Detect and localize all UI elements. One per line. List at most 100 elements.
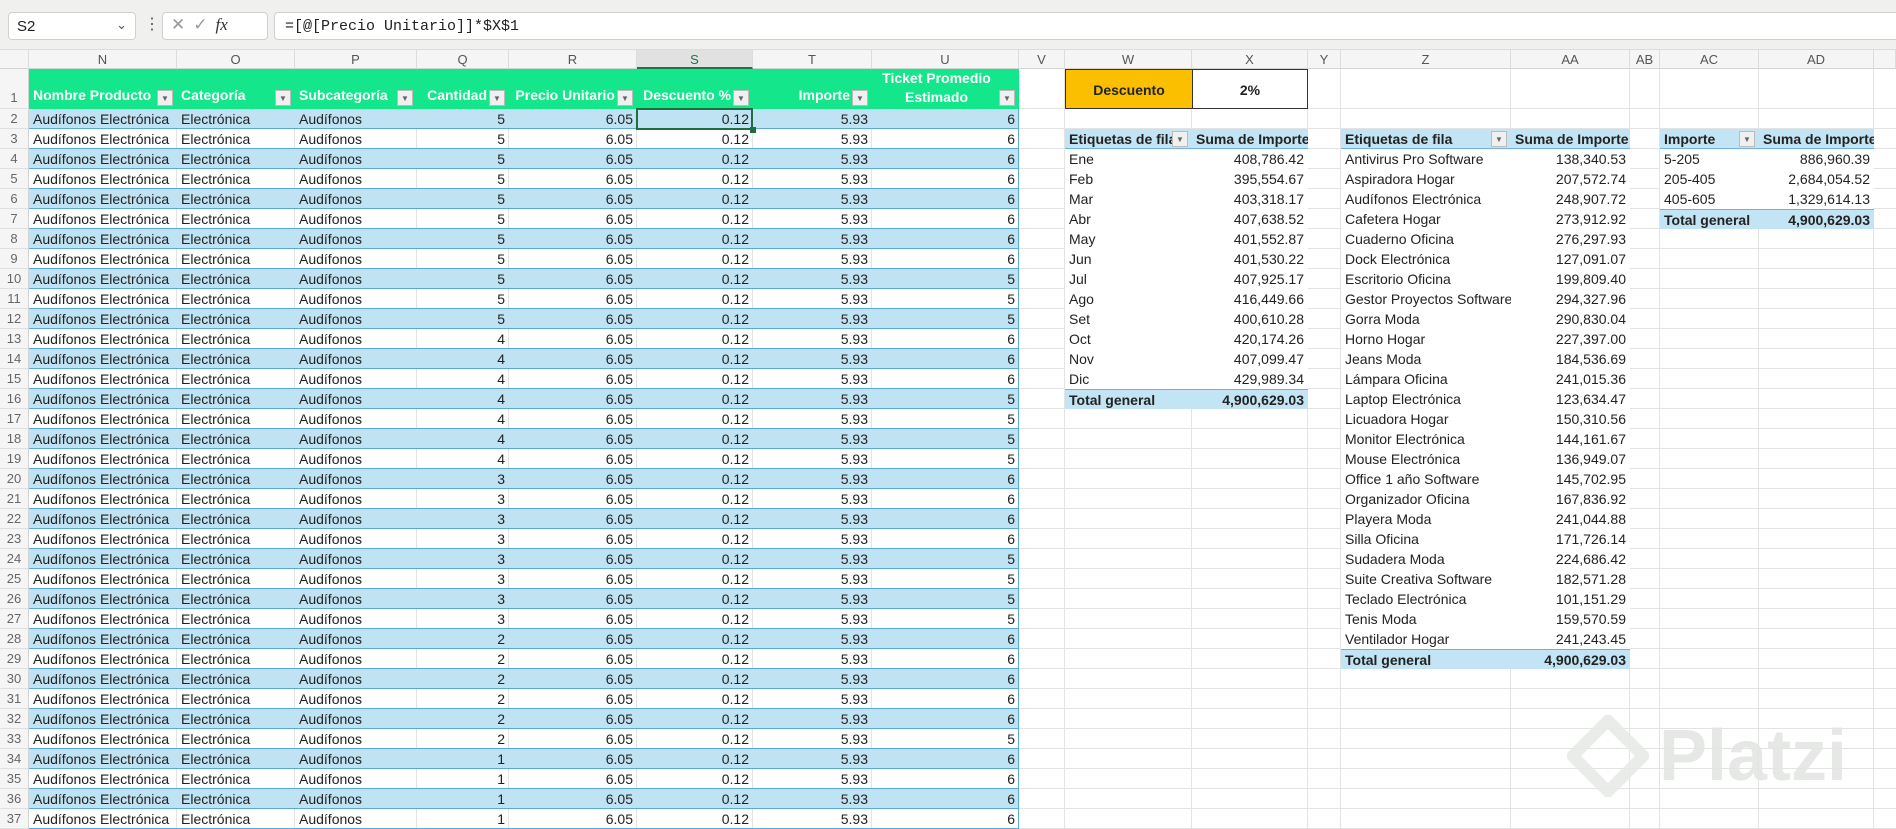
table-cell[interactable]: Audífonos Electrónica <box>29 649 177 669</box>
table-cell[interactable]: 1 <box>417 749 509 769</box>
row-header[interactable]: 33 <box>0 729 29 749</box>
table-cell[interactable]: 5.93 <box>753 669 872 689</box>
table-cell[interactable]: 0.12 <box>637 609 753 629</box>
row-header[interactable]: 28 <box>0 629 29 649</box>
table-cell[interactable]: Audífonos <box>295 369 417 389</box>
row-header[interactable]: 20 <box>0 469 29 489</box>
row-header[interactable]: 29 <box>0 649 29 669</box>
pivot-row-label[interactable]: Ago <box>1065 289 1192 309</box>
pivot-row-value[interactable]: 248,907.72 <box>1511 189 1630 209</box>
row-header[interactable]: 12 <box>0 309 29 329</box>
pivot-row-value[interactable]: 429,989.34 <box>1192 369 1308 389</box>
table-cell[interactable]: 6.05 <box>509 569 637 589</box>
pivot-row-value[interactable]: 241,243.45 <box>1511 629 1630 649</box>
table-cell[interactable]: Audífonos Electrónica <box>29 789 177 809</box>
pivot-row-label[interactable]: Sudadera Moda <box>1341 549 1511 569</box>
table-cell[interactable]: Electrónica <box>177 569 295 589</box>
table-cell[interactable]: Audífonos <box>295 329 417 349</box>
filter-dropdown-icon[interactable]: ▼ <box>999 90 1015 106</box>
table-cell[interactable]: 5.93 <box>753 769 872 789</box>
column-header-N[interactable]: N <box>29 50 177 69</box>
table-cell[interactable]: 3 <box>417 529 509 549</box>
pivot-row-value[interactable]: 150,310.56 <box>1511 409 1630 429</box>
table-cell[interactable]: 5 <box>872 589 1019 609</box>
table-cell[interactable]: 6.05 <box>509 209 637 229</box>
row-header[interactable]: 31 <box>0 689 29 709</box>
pivot-row-value[interactable]: 171,726.14 <box>1511 529 1630 549</box>
table-cell[interactable]: Audífonos <box>295 429 417 449</box>
table-cell[interactable]: Audífonos <box>295 649 417 669</box>
table-cell[interactable]: 5 <box>417 289 509 309</box>
table-cell[interactable]: Electrónica <box>177 689 295 709</box>
pivot-row-value[interactable]: 395,554.67 <box>1192 169 1308 189</box>
table-cell[interactable]: Audífonos <box>295 169 417 189</box>
table-cell[interactable]: 6 <box>872 769 1019 789</box>
table-cell[interactable]: 6.05 <box>509 189 637 209</box>
table-cell[interactable]: 6 <box>872 329 1019 349</box>
table-cell[interactable]: 0.12 <box>637 469 753 489</box>
pivot-row-label[interactable]: Escritorio Oficina <box>1341 269 1511 289</box>
table-cell[interactable]: 6.05 <box>509 749 637 769</box>
table-cell[interactable]: Electrónica <box>177 309 295 329</box>
table-cell[interactable]: 5 <box>872 269 1019 289</box>
row-header[interactable]: 25 <box>0 569 29 589</box>
pivot-row-value[interactable]: 1,329,614.13 <box>1759 189 1874 209</box>
table-cell[interactable]: Electrónica <box>177 169 295 189</box>
table-cell[interactable]: Electrónica <box>177 589 295 609</box>
table-cell[interactable]: Audífonos <box>295 589 417 609</box>
table-cell[interactable]: 5.93 <box>753 389 872 409</box>
table-cell[interactable]: 5 <box>872 449 1019 469</box>
pivot-row-value[interactable]: 886,960.39 <box>1759 149 1874 169</box>
pivot-row-label[interactable]: 405-605 <box>1660 189 1759 209</box>
cancel-icon[interactable]: ✕ <box>171 15 193 34</box>
filter-dropdown-icon[interactable]: ▼ <box>397 90 413 106</box>
pivot-row-label[interactable]: Dock Electrónica <box>1341 249 1511 269</box>
row-header[interactable]: 22 <box>0 509 29 529</box>
table-cell[interactable]: 5 <box>872 549 1019 569</box>
pivot-row-value[interactable]: 167,836.92 <box>1511 489 1630 509</box>
pivot-row-value[interactable]: 407,099.47 <box>1192 349 1308 369</box>
table-cell[interactable]: Audífonos Electrónica <box>29 509 177 529</box>
table-cell[interactable]: Electrónica <box>177 729 295 749</box>
table-cell[interactable]: 5 <box>872 409 1019 429</box>
table-cell[interactable]: 1 <box>417 789 509 809</box>
column-header-W[interactable]: W <box>1065 50 1192 69</box>
table-cell[interactable]: 6.05 <box>509 269 637 289</box>
table-cell[interactable]: 5.93 <box>753 369 872 389</box>
table-cell[interactable]: 5 <box>872 569 1019 589</box>
insert-function-button[interactable]: fx <box>216 15 228 34</box>
discount-value[interactable]: 2% <box>1192 69 1308 109</box>
table-cell[interactable]: 5.93 <box>753 189 872 209</box>
table-cell[interactable]: 3 <box>417 569 509 589</box>
table-cell[interactable]: Audífonos Electrónica <box>29 369 177 389</box>
table-cell[interactable]: 6 <box>872 249 1019 269</box>
row-header[interactable]: 11 <box>0 289 29 309</box>
table-cell[interactable]: 0.12 <box>637 289 753 309</box>
enter-icon[interactable]: ✓ <box>193 15 215 34</box>
table-cell[interactable]: 3 <box>417 549 509 569</box>
table-cell[interactable]: Electrónica <box>177 789 295 809</box>
filter-dropdown-icon[interactable]: ▼ <box>852 90 868 106</box>
filter-dropdown-icon[interactable]: ▼ <box>275 90 291 106</box>
table-cell[interactable]: 6 <box>872 169 1019 189</box>
table-cell[interactable]: Electrónica <box>177 409 295 429</box>
table-cell[interactable]: Audífonos Electrónica <box>29 429 177 449</box>
table-cell[interactable]: Electrónica <box>177 249 295 269</box>
table-cell[interactable]: Audífonos Electrónica <box>29 769 177 789</box>
pivot-row-value[interactable]: 401,530.22 <box>1192 249 1308 269</box>
pivot-row-label[interactable]: Monitor Electrónica <box>1341 429 1511 449</box>
table-cell[interactable]: 6.05 <box>509 609 637 629</box>
pivot-row-value[interactable]: 199,809.40 <box>1511 269 1630 289</box>
table-cell[interactable]: 0.12 <box>637 489 753 509</box>
table-cell[interactable]: Electrónica <box>177 609 295 629</box>
table-cell[interactable]: 2 <box>417 729 509 749</box>
table-header-0[interactable]: Nombre Producto <box>29 69 177 109</box>
row-header[interactable]: 30 <box>0 669 29 689</box>
table-cell[interactable]: 4 <box>417 349 509 369</box>
pivot-row-label[interactable]: Dic <box>1065 369 1192 389</box>
table-cell[interactable]: 5.93 <box>753 529 872 549</box>
column-header-O[interactable]: O <box>177 50 295 69</box>
column-header-T[interactable]: T <box>753 50 872 69</box>
table-cell[interactable]: Audífonos <box>295 309 417 329</box>
table-cell[interactable]: 6.05 <box>509 309 637 329</box>
